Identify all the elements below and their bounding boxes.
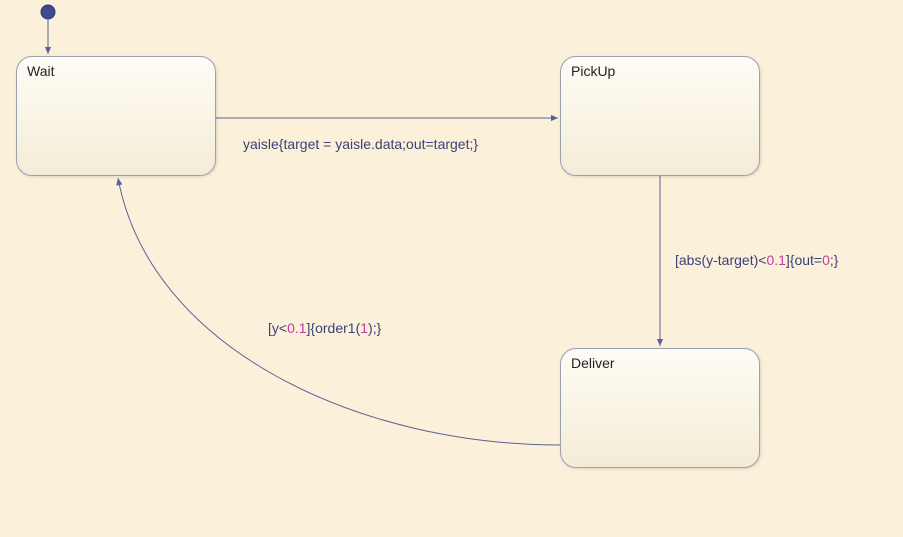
state-deliver[interactable]: Deliver	[560, 348, 760, 468]
label-num: 0.1	[287, 320, 306, 336]
label-text: yaisle{target = yaisle.data;out=target;}	[243, 136, 478, 152]
label-text: ]{out=	[786, 252, 822, 268]
state-pickup-label: PickUp	[571, 63, 615, 79]
state-pickup[interactable]: PickUp	[560, 56, 760, 176]
label-text: [y<	[268, 320, 287, 336]
label-text: ;}	[830, 252, 839, 268]
state-wait-label: Wait	[27, 63, 54, 79]
label-num: 0	[822, 252, 830, 268]
transition-deliver-to-wait	[118, 178, 560, 445]
transition-deliver-to-wait-label: [y<0.1]{order1(1);}	[268, 320, 381, 336]
initial-state-dot	[41, 5, 55, 19]
label-text: [abs(y-target)<	[675, 252, 766, 268]
state-deliver-label: Deliver	[571, 355, 615, 371]
transition-pickup-to-deliver-label: [abs(y-target)<0.1]{out=0;}	[675, 252, 838, 268]
label-num: 1	[360, 320, 368, 336]
label-text: );}	[368, 320, 381, 336]
label-text: ]{order1(	[307, 320, 361, 336]
transition-wait-to-pickup-label: yaisle{target = yaisle.data;out=target;}	[243, 136, 478, 152]
state-wait[interactable]: Wait	[16, 56, 216, 176]
label-num: 0.1	[766, 252, 785, 268]
